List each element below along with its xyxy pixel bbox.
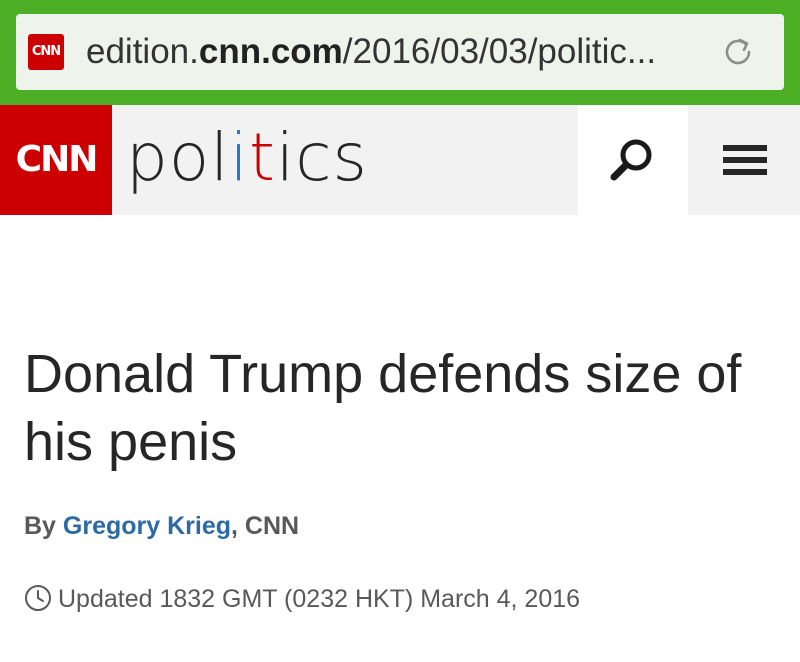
clock-icon — [25, 585, 51, 612]
updated-timestamp: Updated 1832 GMT (0232 HKT) March 4, 201… — [24, 581, 580, 617]
browser-toolbar: CNN edition.cnn.com/2016/03/03/politic..… — [0, 0, 800, 105]
section-title-politics[interactable]: politics — [126, 113, 368, 203]
cnn-logo[interactable]: CNN — [0, 105, 112, 215]
url-text[interactable]: edition.cnn.com/2016/03/03/politic... — [86, 28, 656, 76]
article-headline: Donald Trump defends size of his penis — [24, 344, 742, 472]
section-title-part: pol — [126, 119, 230, 196]
search-button[interactable] — [578, 105, 688, 215]
byline: By Gregory Krieg, CNN — [24, 512, 299, 541]
url-prefix: edition. — [86, 32, 199, 71]
url-path: /2016/03/03/politic... — [342, 32, 657, 71]
timestamp-text: Updated 1832 GMT (0232 HKT) March 4, 201… — [58, 585, 581, 613]
section-title-letter-i: i — [229, 119, 249, 196]
url-domain: cnn.com — [198, 32, 343, 71]
section-title-letter-i2: i — [275, 119, 296, 196]
site-header: CNN politics — [0, 105, 800, 215]
favicon-text: CNN — [31, 44, 61, 59]
search-icon — [610, 139, 652, 181]
section-title-part2: cs — [295, 119, 368, 196]
cnn-favicon-icon: CNN — [28, 34, 64, 70]
hamburger-menu-icon — [723, 157, 767, 163]
hamburger-menu-icon — [723, 169, 767, 175]
byline-prefix: By — [24, 512, 63, 540]
cnn-logo-text: CNN — [15, 139, 99, 180]
menu-button[interactable] — [690, 105, 800, 215]
reload-icon[interactable] — [718, 32, 758, 72]
author-link[interactable]: Gregory Krieg — [63, 512, 231, 540]
section-title-letter-t: t — [248, 119, 276, 196]
hamburger-menu-icon — [723, 145, 767, 151]
byline-suffix: , CNN — [231, 512, 300, 540]
address-bar[interactable]: CNN edition.cnn.com/2016/03/03/politic..… — [16, 14, 784, 90]
